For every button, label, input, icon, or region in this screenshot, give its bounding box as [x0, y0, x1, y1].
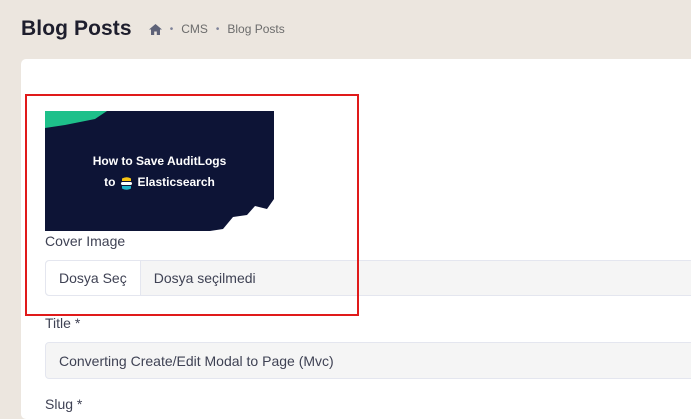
elasticsearch-logo-icon: [120, 176, 133, 190]
cover-subtitle-line: to Elasticsearch: [104, 172, 215, 193]
breadcrumb-separator: •: [169, 23, 174, 35]
slug-label: Slug *: [45, 396, 83, 412]
title-input[interactable]: [45, 342, 691, 379]
page-title: Blog Posts: [21, 17, 132, 40]
cover-image-label: Cover Image: [45, 233, 126, 249]
cover-subtitle-brand: Elasticsearch: [137, 175, 215, 189]
cover-image-preview: How to Save AuditLogs to Elasticsearch: [45, 111, 274, 231]
choose-file-button[interactable]: Dosya Seç: [46, 261, 141, 295]
cover-image-file-input[interactable]: Dosya Seç Dosya seçilmedi: [45, 260, 691, 296]
cover-title-line: How to Save AuditLogs: [92, 154, 227, 168]
breadcrumb-separator: •: [215, 23, 220, 35]
page-header: Blog Posts • CMS • Blog Posts: [21, 17, 285, 41]
cover-subtitle-prefix: to: [104, 175, 116, 189]
cover-image-text: How to Save AuditLogs to Elasticsearch: [45, 151, 274, 193]
home-icon[interactable]: [148, 23, 162, 35]
breadcrumb: • CMS • Blog Posts: [148, 22, 285, 36]
breadcrumb-item-blog-posts: Blog Posts: [227, 22, 285, 36]
title-label: Title *: [45, 315, 81, 331]
breadcrumb-item-cms[interactable]: CMS: [181, 22, 208, 36]
no-file-chosen-text: Dosya seçilmedi: [153, 270, 256, 286]
